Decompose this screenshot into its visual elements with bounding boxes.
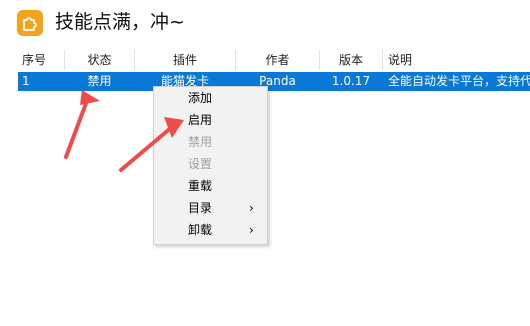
annotation-arrow-enable-menu [119,117,184,172]
annotation-arrows [64,90,184,172]
annotation-arrow-status [64,90,100,159]
